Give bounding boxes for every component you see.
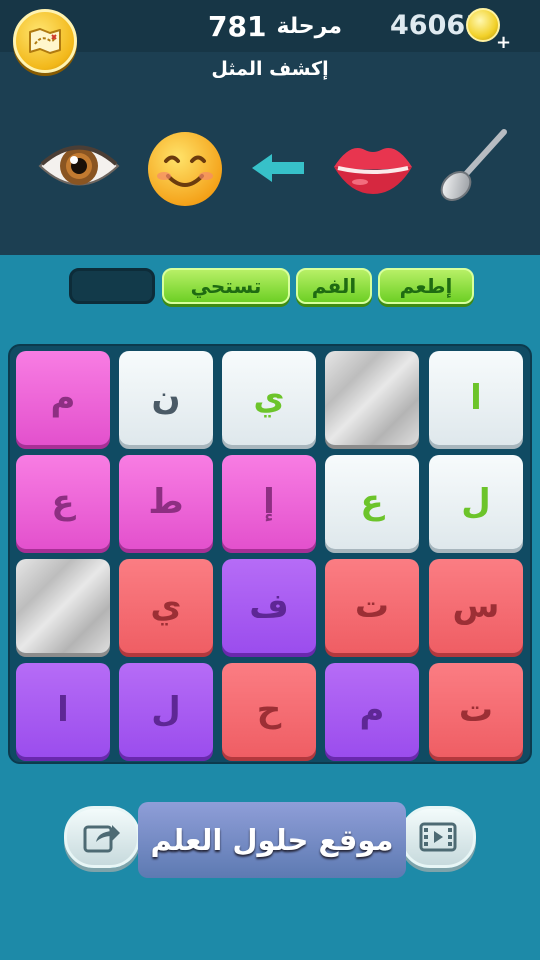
letter-tile[interactable]: ط	[119, 455, 213, 549]
video-icon	[419, 822, 457, 852]
letter-tile[interactable]: س	[429, 559, 523, 653]
answer-word: إطعم	[378, 268, 474, 304]
plus-icon[interactable]: +	[496, 32, 511, 53]
watermark: موقع حلول العلم	[138, 802, 406, 878]
coins-display[interactable]: 46061 +	[390, 6, 520, 53]
letter-tile[interactable]: ع	[325, 455, 419, 549]
coin-icon	[466, 8, 500, 42]
letter-tile[interactable]: ف	[222, 559, 316, 653]
letter-tile[interactable]: م	[325, 663, 419, 757]
puzzle-subtitle: إكشف المثل	[211, 58, 329, 80]
blank-tile	[325, 351, 419, 445]
map-button[interactable]	[13, 9, 77, 73]
share-icon	[83, 825, 120, 853]
letter-tile[interactable]: م	[16, 351, 110, 445]
level-label: مرحلة	[276, 13, 342, 39]
letter-tile[interactable]: ن	[119, 351, 213, 445]
eye-icon	[38, 145, 120, 186]
letter-tile[interactable]: ل	[119, 663, 213, 757]
letter-tile[interactable]: ي	[119, 559, 213, 653]
level-indicator: مرحلة 781	[205, 6, 345, 46]
share-button[interactable]	[64, 806, 140, 868]
letter-tile[interactable]: ت	[429, 663, 523, 757]
letter-tile[interactable]: إ	[222, 455, 316, 549]
empty-answer-slot	[69, 268, 155, 304]
answer-word: تستحي	[162, 268, 290, 304]
letter-tile[interactable]: ت	[325, 559, 419, 653]
letter-tile[interactable]: ا	[429, 351, 523, 445]
letter-tile[interactable]: ا	[16, 663, 110, 757]
spoon-icon	[440, 129, 507, 201]
letter-tile[interactable]: ل	[429, 455, 523, 549]
blank-tile	[16, 559, 110, 653]
answer-word: الفم	[296, 268, 372, 304]
arrow-left-icon	[252, 154, 304, 182]
video-button[interactable]	[400, 806, 476, 868]
lips-icon	[334, 148, 412, 194]
smiling-face-icon	[148, 132, 222, 206]
level-number: 781	[208, 9, 267, 43]
letter-tile[interactable]: ع	[16, 455, 110, 549]
letter-tile[interactable]: ح	[222, 663, 316, 757]
top-panel: مرحلة 781 46061 + إكشف المثل	[0, 0, 540, 255]
letter-board: ا ي ن م ل ع إ ط ع س ت ف ي ت م ح ل ا	[8, 344, 532, 764]
treasure-map-icon	[29, 28, 61, 54]
letter-tile[interactable]: ي	[222, 351, 316, 445]
